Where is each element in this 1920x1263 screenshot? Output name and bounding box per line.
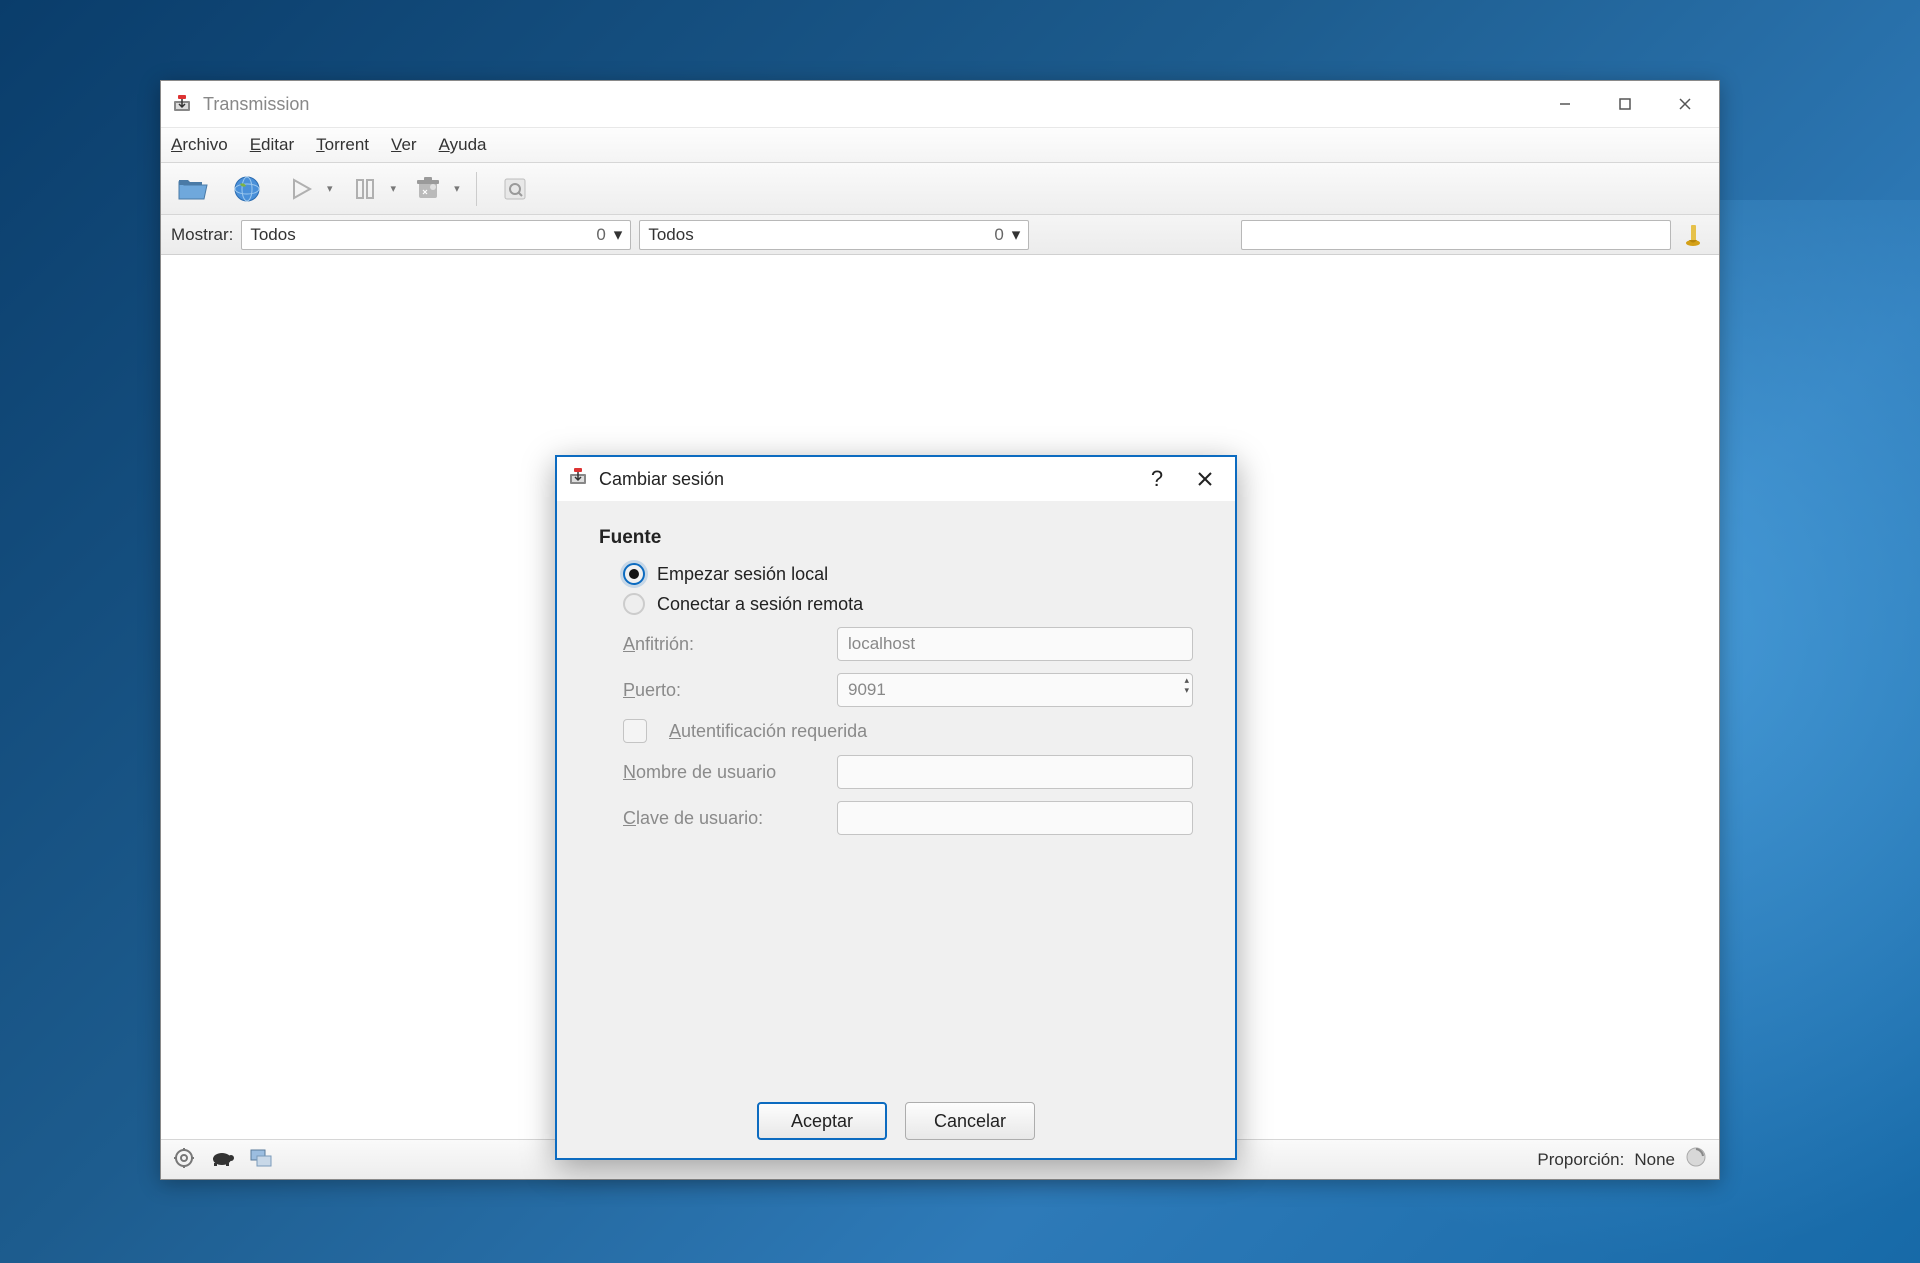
- dialog-close-button[interactable]: [1181, 459, 1229, 499]
- filter-label: Mostrar:: [171, 225, 233, 245]
- port-input[interactable]: [837, 673, 1193, 707]
- accept-button[interactable]: Aceptar: [757, 1102, 887, 1140]
- toolbar-separator: [476, 172, 477, 206]
- turtle-icon[interactable]: [209, 1149, 235, 1170]
- password-input[interactable]: [837, 801, 1193, 835]
- port-label: Puerto:: [623, 680, 823, 701]
- filter-tracker-value: Todos: [648, 225, 994, 245]
- play-dropdown-icon[interactable]: ▾: [327, 182, 333, 195]
- filter-tracker-count: 0: [994, 225, 1003, 245]
- auth-checkbox[interactable]: [623, 719, 647, 743]
- spinner-buttons[interactable]: ▴▾: [1184, 676, 1189, 695]
- radio-icon: [623, 563, 645, 585]
- password-label: Clave de usuario:: [623, 808, 823, 829]
- menubar: Archivo Editar Torrent Ver Ayuda: [161, 127, 1719, 163]
- network-icon[interactable]: [249, 1147, 273, 1172]
- titlebar: Transmission: [161, 81, 1719, 127]
- host-label: Anfitrión:: [623, 634, 823, 655]
- help-button[interactable]: ?: [1133, 459, 1181, 499]
- host-input[interactable]: [837, 627, 1193, 661]
- maximize-button[interactable]: [1595, 84, 1655, 124]
- dialog-app-icon: [567, 466, 589, 493]
- menu-ver[interactable]: Ver: [391, 135, 417, 155]
- properties-button[interactable]: [493, 170, 537, 208]
- app-icon: [171, 93, 193, 115]
- window-title: Transmission: [203, 94, 309, 115]
- radio-remote-session[interactable]: Conectar a sesión remota: [623, 593, 1193, 615]
- dialog-title: Cambiar sesión: [599, 469, 724, 490]
- ratio-value: None: [1634, 1150, 1675, 1170]
- menu-editar[interactable]: Editar: [250, 135, 294, 155]
- settings-icon[interactable]: [173, 1147, 195, 1172]
- dialog-body: Fuente Empezar sesión local Conectar a s…: [557, 501, 1235, 867]
- menu-ayuda[interactable]: Ayuda: [439, 135, 487, 155]
- username-label: Nombre de usuario: [623, 762, 823, 783]
- minimize-button[interactable]: [1535, 84, 1595, 124]
- toolbar: ▾ ▾ ▾: [161, 163, 1719, 215]
- menu-torrent[interactable]: Torrent: [316, 135, 369, 155]
- filter-status-count: 0: [596, 225, 605, 245]
- chevron-down-icon: ▾: [1012, 225, 1021, 245]
- change-session-dialog: Cambiar sesión ? Fuente Empezar sesión l…: [555, 455, 1237, 1160]
- ratio-label: Proporción:: [1537, 1150, 1624, 1170]
- menu-archivo[interactable]: Archivo: [171, 135, 228, 155]
- filter-tracker-select[interactable]: Todos 0 ▾: [639, 220, 1029, 250]
- filter-status-value: Todos: [250, 225, 596, 245]
- close-button[interactable]: [1655, 84, 1715, 124]
- section-source: Fuente: [599, 527, 1193, 549]
- remove-dropdown-icon[interactable]: ▾: [454, 182, 460, 195]
- cancel-button[interactable]: Cancelar: [905, 1102, 1035, 1140]
- dialog-titlebar: Cambiar sesión ?: [557, 457, 1235, 501]
- stats-icon[interactable]: [1685, 1146, 1707, 1173]
- radio-icon: [623, 593, 645, 615]
- filter-status-select[interactable]: Todos 0 ▾: [241, 220, 631, 250]
- auth-label: Autentificación requerida: [669, 721, 867, 742]
- open-button[interactable]: [171, 170, 215, 208]
- dialog-buttons: Aceptar Cancelar: [557, 1102, 1235, 1140]
- clear-search-button[interactable]: [1679, 220, 1709, 250]
- remove-button[interactable]: [406, 170, 450, 208]
- filter-bar: Mostrar: Todos 0 ▾ Todos 0 ▾: [161, 215, 1719, 255]
- globe-button[interactable]: [225, 170, 269, 208]
- pause-dropdown-icon[interactable]: ▾: [391, 182, 397, 195]
- username-input[interactable]: [837, 755, 1193, 789]
- play-button[interactable]: [279, 170, 323, 208]
- search-input[interactable]: [1241, 220, 1671, 250]
- pause-button[interactable]: [343, 170, 387, 208]
- radio-local-session[interactable]: Empezar sesión local: [623, 563, 1193, 585]
- chevron-down-icon: ▾: [614, 225, 623, 245]
